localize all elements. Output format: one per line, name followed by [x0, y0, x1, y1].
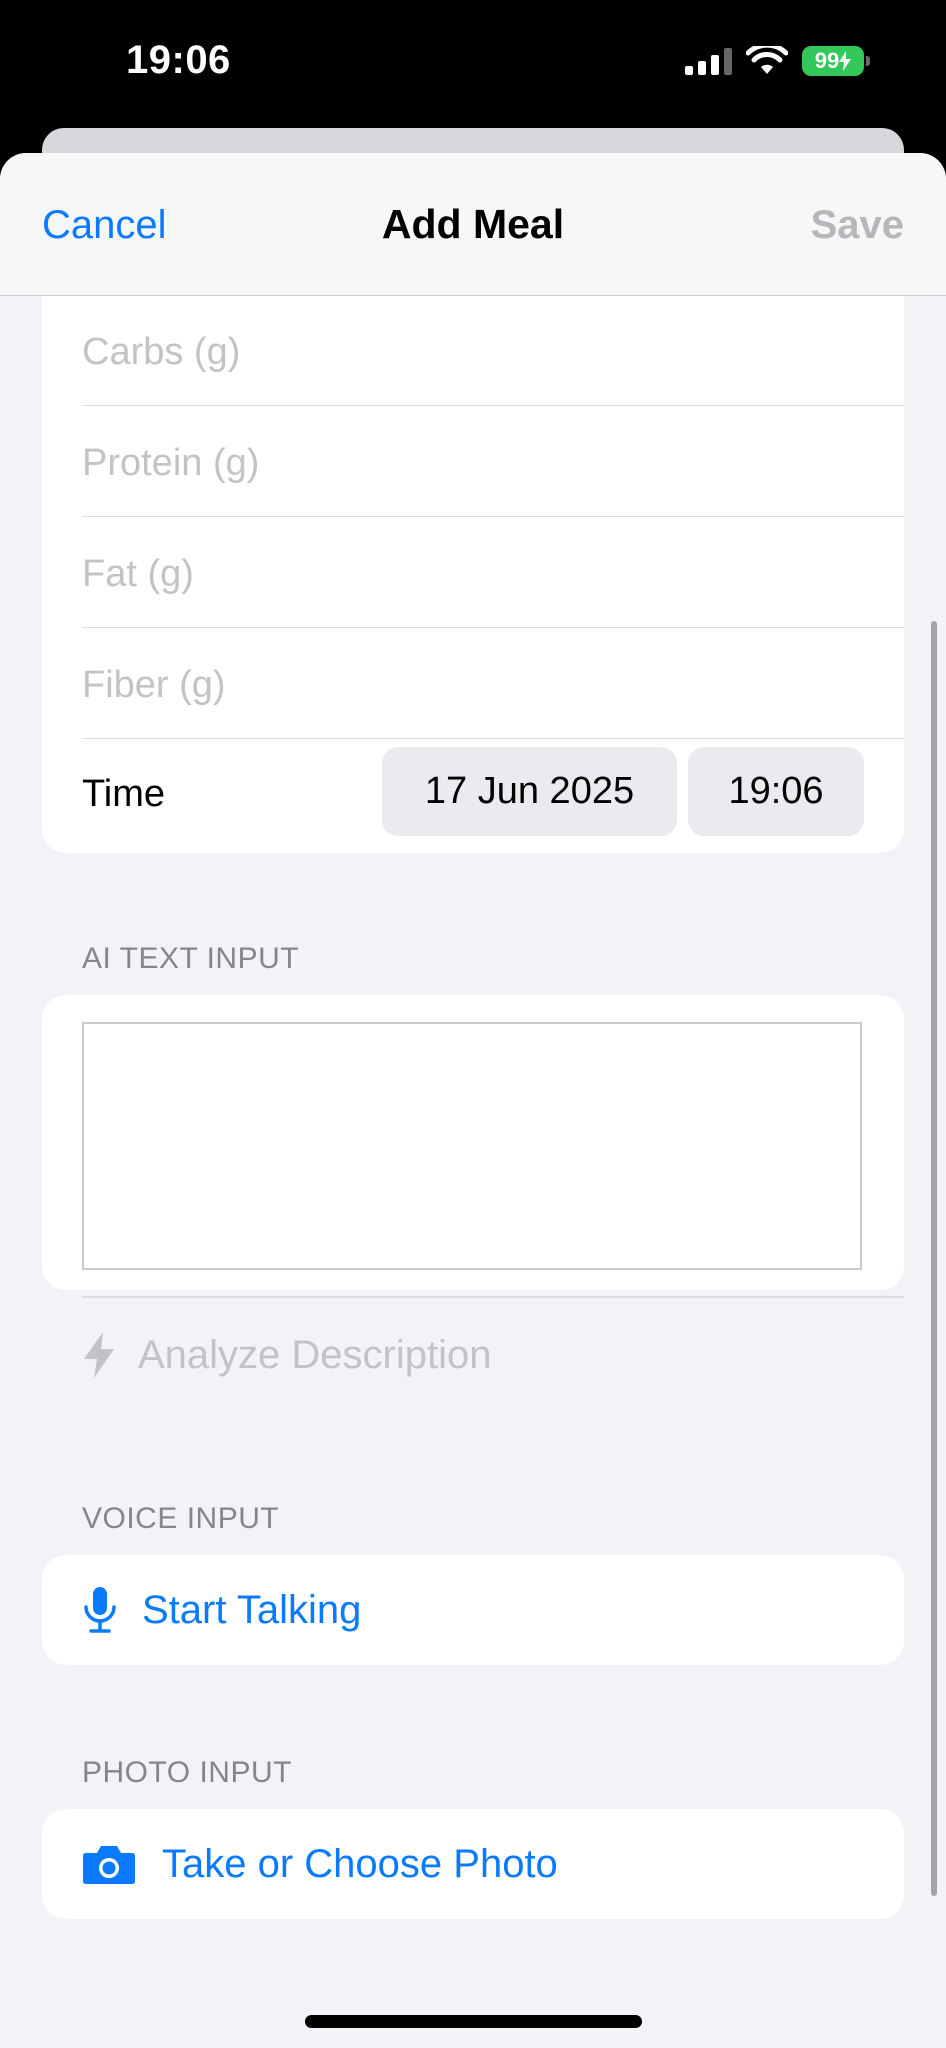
- analyze-description-button[interactable]: Analyze Description: [82, 1320, 492, 1390]
- status-bar: 19:06 99: [0, 0, 946, 130]
- carbs-field[interactable]: Carbs (g): [82, 295, 904, 406]
- signal-icon: [685, 47, 732, 75]
- photo-input-card: Take or Choose Photo: [42, 1809, 904, 1919]
- voice-input-card: Start Talking: [42, 1555, 904, 1665]
- time-picker-button[interactable]: 19:06: [688, 747, 864, 836]
- date-picker-button[interactable]: 17 Jun 2025: [382, 747, 677, 836]
- voice-input-header: VOICE INPUT: [82, 1502, 280, 1535]
- ai-description-textarea[interactable]: [82, 1022, 862, 1270]
- fat-field[interactable]: Fat (g): [82, 517, 904, 628]
- status-time: 19:06: [126, 38, 231, 82]
- page-title: Add Meal: [381, 201, 565, 247]
- time-label: Time: [82, 773, 166, 815]
- protein-field[interactable]: Protein (g): [82, 406, 904, 517]
- bolt-icon: [84, 1332, 114, 1378]
- time-row: Time 17 Jun 2025 19:06: [82, 738, 904, 850]
- start-talking-button[interactable]: Start Talking: [82, 1555, 361, 1665]
- battery-level: 99: [814, 48, 840, 73]
- photo-input-header: PHOTO INPUT: [82, 1756, 292, 1789]
- nutrition-form: Carbs (g) Protein (g) Fat (g) Fiber (g) …: [42, 295, 904, 853]
- carbs-placeholder: Carbs (g): [82, 331, 241, 373]
- ai-text-input-header: AI TEXT INPUT: [82, 942, 300, 975]
- wifi-icon: [746, 46, 788, 74]
- microphone-icon: [84, 1587, 116, 1633]
- save-button[interactable]: Save: [811, 203, 904, 248]
- home-indicator[interactable]: [305, 2015, 642, 2028]
- scrollbar[interactable]: [931, 621, 937, 1896]
- add-meal-sheet: Cancel Add Meal Save Carbs (g) Protein (…: [0, 153, 946, 2048]
- take-or-choose-photo-button[interactable]: Take or Choose Photo: [82, 1809, 558, 1919]
- ai-text-input-card: Analyze Description: [42, 995, 904, 1378]
- camera-icon: [83, 1846, 135, 1884]
- protein-placeholder: Protein (g): [82, 442, 260, 484]
- battery-icon: 99: [802, 46, 870, 76]
- divider: [82, 1296, 904, 1298]
- fiber-field[interactable]: Fiber (g): [82, 628, 904, 739]
- analyze-description-label: Analyze Description: [138, 1332, 492, 1377]
- fat-placeholder: Fat (g): [82, 553, 194, 595]
- charging-bolt-icon: [839, 51, 852, 71]
- navigation-bar: Cancel Add Meal Save: [0, 153, 946, 296]
- fiber-placeholder: Fiber (g): [82, 664, 226, 706]
- status-icons: 99: [685, 46, 870, 76]
- start-talking-label: Start Talking: [142, 1587, 362, 1632]
- take-or-choose-photo-label: Take or Choose Photo: [162, 1841, 558, 1886]
